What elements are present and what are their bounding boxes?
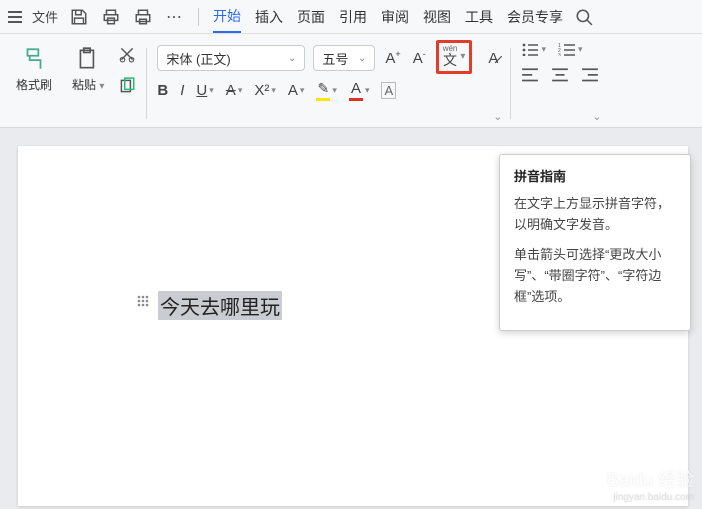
emphasis-button[interactable]: A▾ [288, 82, 305, 99]
font-color-button[interactable]: A▾ [349, 80, 370, 101]
tooltip-body-2: 单击箭头可选择“更改大小写”、“带圈字符”、“字符边框”选项。 [514, 245, 676, 307]
tab-member[interactable]: 会员专享 [507, 0, 563, 33]
search-icon[interactable] [575, 8, 593, 26]
title-bar: 文件 ⋯ 开始 插入 页面 引用 审阅 视图 工具 会员专享 [0, 0, 702, 34]
paste-icon [75, 46, 101, 72]
highlight-button[interactable]: ✎▾ [316, 80, 337, 101]
phonetic-guide-highlight: wén 文 ▾ [436, 40, 473, 74]
tab-tools[interactable]: 工具 [465, 0, 493, 33]
format-painter-button[interactable]: 格式刷 [10, 42, 58, 97]
group-font: 宋体 (正文)⌄ 五号⌄ A+ A- wén 文 ▾ A̷ B I U▾ A▾ … [151, 42, 506, 125]
group-paragraph: ▾ 123▾ ⌄ [515, 42, 605, 125]
quick-access-toolbar: ⋯ [70, 7, 182, 27]
align-left-button[interactable] [521, 66, 539, 84]
cut-icon[interactable] [118, 45, 136, 63]
format-painter-label: 格式刷 [16, 76, 52, 93]
decrease-font-button[interactable]: A- [411, 49, 428, 67]
phonetic-guide-button[interactable]: wén 文 [443, 45, 458, 67]
file-menu[interactable]: 文件 [32, 7, 58, 26]
hamburger-icon[interactable] [8, 8, 26, 26]
svg-text:3: 3 [558, 53, 561, 56]
tooltip-title: 拼音指南 [514, 167, 676, 188]
qat-more-icon[interactable]: ⋯ [166, 7, 182, 27]
group-clipboard: 格式刷 粘贴 ▾ [4, 42, 142, 125]
font-size-combo[interactable]: 五号 ⌄ [313, 45, 375, 71]
bullet-list-button[interactable]: ▾ [521, 42, 546, 56]
format-painter-icon [21, 46, 47, 72]
tooltip-phonetic-guide: 拼音指南 在文字上方显示拼音字符，以明确文字发音。 单击箭头可选择“更改大小写”… [499, 154, 691, 331]
save-icon[interactable] [70, 8, 88, 26]
print-preview-icon[interactable] [102, 8, 120, 26]
selected-text[interactable]: 今天去哪里玩 [158, 291, 282, 320]
italic-button[interactable]: I [180, 82, 184, 99]
tab-reference[interactable]: 引用 [339, 0, 367, 33]
drag-handle-icon[interactable] [136, 294, 150, 308]
phonetic-dropdown-icon[interactable]: ▾ [460, 51, 465, 62]
ribbon-tabs: 开始 插入 页面 引用 审阅 视图 工具 会员专享 [213, 0, 563, 33]
tooltip-body-1: 在文字上方显示拼音字符，以明确文字发音。 [514, 194, 676, 236]
tab-insert[interactable]: 插入 [255, 0, 283, 33]
align-center-button[interactable] [551, 66, 569, 84]
tab-page[interactable]: 页面 [297, 0, 325, 33]
font-name-value: 宋体 (正文) [166, 49, 230, 68]
tab-review[interactable]: 审阅 [381, 0, 409, 33]
copy-icon[interactable] [118, 77, 136, 95]
chevron-down-icon: ⌄ [358, 53, 366, 64]
para-dialog-launcher-icon[interactable]: ⌄ [592, 110, 601, 123]
tab-view[interactable]: 视图 [423, 0, 451, 33]
bold-button[interactable]: B [157, 82, 168, 99]
font-size-value: 五号 [322, 49, 348, 68]
phonetic-character: 文 [443, 53, 457, 67]
number-list-button[interactable]: 123▾ [558, 42, 583, 56]
tab-start[interactable]: 开始 [213, 0, 241, 33]
align-right-button[interactable] [581, 66, 599, 84]
paste-button[interactable]: 粘贴 ▾ [66, 42, 110, 97]
font-dialog-launcher-icon[interactable]: ⌄ [493, 110, 502, 123]
strikethrough-button[interactable]: A▾ [226, 82, 243, 99]
paste-label: 粘贴 ▾ [72, 76, 104, 93]
char-border-button[interactable]: A [381, 82, 396, 99]
increase-font-button[interactable]: A+ [383, 49, 402, 67]
chevron-down-icon: ⌄ [288, 53, 296, 64]
underline-button[interactable]: U▾ [196, 82, 213, 99]
ribbon: 格式刷 粘贴 ▾ 宋体 (正文)⌄ 五号⌄ A+ A- wén [0, 34, 702, 128]
superscript-button[interactable]: X²▾ [254, 82, 276, 99]
print-icon[interactable] [134, 8, 152, 26]
clear-format-button[interactable]: A̷ [486, 50, 500, 67]
font-name-combo[interactable]: 宋体 (正文) ⌄ [157, 45, 305, 71]
